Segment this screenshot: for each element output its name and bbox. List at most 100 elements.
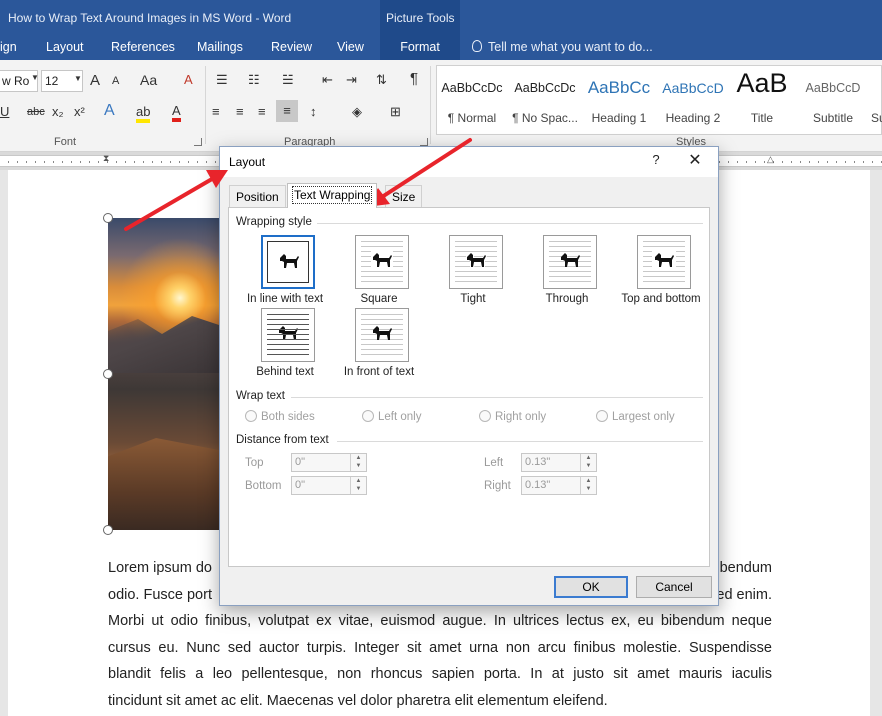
wrap-text-label: Wrap text: [236, 390, 285, 402]
right-indent-marker-icon[interactable]: △: [767, 154, 774, 165]
style-heading-1[interactable]: AaBbCc Heading 1: [583, 66, 655, 134]
sort-icon[interactable]: ⇅: [376, 72, 387, 88]
style-normal[interactable]: AaBbCcDc ¶ Normal: [437, 66, 507, 134]
subscript-icon[interactable]: x₂: [52, 104, 64, 119]
spinner-arrows[interactable]: ▲ ▼: [350, 477, 366, 494]
tell-me-search[interactable]: Tell me what you want to do...: [472, 40, 653, 54]
resize-handle-top-left[interactable]: [103, 213, 113, 223]
left-label: Left: [484, 457, 504, 469]
text-wrapping-panel: Wrapping style In line with text Square …: [228, 207, 710, 567]
font-name-dropdown-icon[interactable]: ▼: [31, 73, 39, 82]
right-label: Right: [484, 480, 511, 492]
resize-handle-bottom-left[interactable]: [103, 525, 113, 535]
tab-position[interactable]: Position: [229, 185, 286, 207]
left-distance-spinner[interactable]: 0.13" ▲ ▼: [521, 453, 597, 472]
style-heading-2[interactable]: AaBbCcD Heading 2: [657, 66, 729, 134]
strikethrough-icon[interactable]: abc: [27, 106, 45, 118]
wrap-top-and-bottom[interactable]: Top and bottom: [613, 235, 709, 307]
cancel-button[interactable]: Cancel: [636, 576, 712, 598]
up-arrow-icon[interactable]: ▲: [351, 477, 366, 485]
wrap-option-label: Through: [545, 293, 589, 305]
bullets-icon[interactable]: ☰: [216, 72, 228, 88]
tab-size[interactable]: Size: [385, 185, 423, 207]
wrap-in-front-of-text[interactable]: In front of text: [331, 308, 427, 380]
help-button[interactable]: ?: [646, 152, 666, 172]
styles-gallery: AaBbCcDc ¶ Normal AaBbCcDc ¶ No Spac... …: [436, 65, 882, 135]
radio-left-only[interactable]: Left only: [362, 410, 421, 423]
font-size-dropdown-icon[interactable]: ▼: [74, 74, 82, 83]
wrap-behind-text[interactable]: Behind text: [237, 308, 333, 380]
decrease-indent-icon[interactable]: ⇤: [322, 72, 333, 88]
change-case-icon[interactable]: Aa: [140, 72, 157, 88]
section-divider: [317, 223, 703, 224]
line-spacing-icon[interactable]: ↕: [310, 104, 317, 119]
wrap-lines: [267, 314, 309, 356]
text-fragment: Lorem ipsum do: [108, 560, 212, 576]
shading-icon[interactable]: ◈: [352, 104, 362, 120]
paragraph-dialog-launcher[interactable]: [420, 138, 428, 146]
right-distance-spinner[interactable]: 0.13" ▲ ▼: [521, 476, 597, 495]
numbering-icon[interactable]: ☷: [248, 72, 260, 88]
underline-icon[interactable]: U: [0, 104, 9, 119]
tab-text-wrapping[interactable]: Text Wrapping: [287, 183, 378, 208]
shrink-font-icon[interactable]: A: [112, 75, 119, 87]
multilevel-list-icon[interactable]: ☱: [282, 72, 294, 88]
dog-icon: [371, 251, 393, 269]
wrap-preview: [543, 235, 597, 289]
tab-design[interactable]: ign: [0, 40, 17, 54]
superscript-icon[interactable]: x²: [74, 104, 85, 119]
wrap-preview: [637, 235, 691, 289]
tab-review[interactable]: Review: [271, 40, 312, 54]
up-arrow-icon[interactable]: ▲: [581, 454, 596, 462]
top-distance-spinner[interactable]: 0" ▲ ▼: [291, 453, 367, 472]
radio-both-sides[interactable]: Both sides: [245, 410, 315, 423]
style-no-spacing[interactable]: AaBbCcDc ¶ No Spac...: [509, 66, 581, 134]
ok-button[interactable]: OK: [554, 576, 628, 598]
tab-layout[interactable]: Layout: [46, 40, 84, 54]
spinner-arrows[interactable]: ▲ ▼: [580, 454, 596, 471]
text-effects-icon[interactable]: A: [104, 102, 115, 120]
tab-view[interactable]: View: [337, 40, 364, 54]
wrap-through[interactable]: Through: [519, 235, 615, 307]
clear-formatting-icon[interactable]: A: [184, 72, 193, 87]
style-subtitle[interactable]: AaBbCcD Subtitle: [797, 66, 869, 134]
highlight-icon[interactable]: ab: [136, 104, 151, 123]
style-title[interactable]: AaB Title: [729, 66, 795, 134]
align-center-icon[interactable]: ≡: [236, 104, 244, 119]
sunset-image[interactable]: [108, 218, 228, 530]
down-arrow-icon[interactable]: ▼: [581, 485, 596, 493]
radio-largest-only[interactable]: Largest only: [596, 410, 675, 423]
tab-format[interactable]: Format: [380, 36, 460, 60]
align-right-icon[interactable]: ≡: [258, 104, 266, 119]
tab-mailings[interactable]: Mailings: [197, 40, 243, 54]
grow-font-icon[interactable]: A: [90, 72, 100, 89]
borders-icon[interactable]: ⊞: [390, 104, 401, 120]
indent-marker-icon[interactable]: ⧗: [103, 153, 109, 164]
down-arrow-icon[interactable]: ▼: [581, 462, 596, 470]
mountain-ridge: [108, 316, 228, 373]
spinner-arrows[interactable]: ▲ ▼: [580, 477, 596, 494]
up-arrow-icon[interactable]: ▲: [581, 477, 596, 485]
bottom-distance-spinner[interactable]: 0" ▲ ▼: [291, 476, 367, 495]
wrap-in-line-with-text[interactable]: In line with text: [237, 235, 333, 307]
style-subtle[interactable]: Su: [871, 66, 882, 134]
tab-label: Size: [392, 190, 416, 204]
style-preview: AaBbCcDc: [514, 81, 576, 95]
spinner-value: 0.13": [525, 479, 551, 491]
down-arrow-icon[interactable]: ▼: [351, 485, 366, 493]
increase-indent-icon[interactable]: ⇥: [346, 72, 357, 88]
spinner-arrows[interactable]: ▲ ▼: [350, 454, 366, 471]
font-color-icon[interactable]: A: [172, 103, 181, 122]
justify-icon[interactable]: ≡: [276, 100, 298, 122]
wrap-tight[interactable]: Tight: [425, 235, 521, 307]
font-dialog-launcher[interactable]: [194, 138, 202, 146]
close-button[interactable]: ✕: [684, 151, 706, 173]
resize-handle-left[interactable]: [103, 369, 113, 379]
up-arrow-icon[interactable]: ▲: [351, 454, 366, 462]
wrap-square[interactable]: Square: [331, 235, 427, 307]
align-left-icon[interactable]: ≡: [212, 104, 220, 119]
radio-right-only[interactable]: Right only: [479, 410, 546, 423]
tab-references[interactable]: References: [111, 40, 175, 54]
down-arrow-icon[interactable]: ▼: [351, 462, 366, 470]
show-marks-icon[interactable]: ¶: [410, 70, 418, 87]
